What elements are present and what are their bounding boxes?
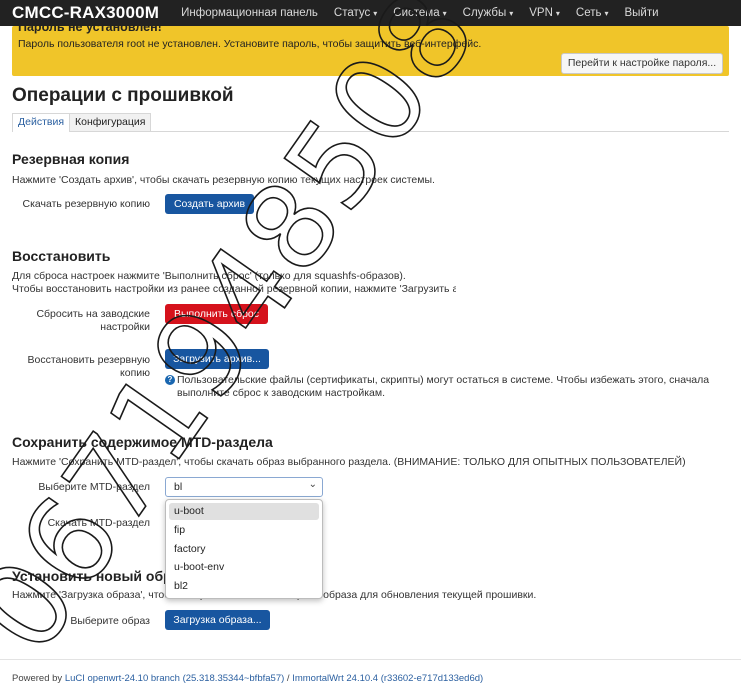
caret-down-icon: ▾	[604, 9, 609, 18]
flash-select-label: Выберите образ	[70, 615, 150, 627]
warning-text: Пароль пользователя root не установлен. …	[18, 38, 482, 50]
caret-down-icon: ▾	[373, 9, 378, 18]
warning-title: Пароль не установлен!	[18, 20, 162, 34]
menu-network[interactable]: Сеть ▾	[576, 7, 609, 19]
dropdown-option[interactable]: fip	[169, 522, 319, 539]
reset-label: Сбросить на заводские настройки	[12, 308, 150, 334]
menu-services[interactable]: Службы ▾	[463, 7, 514, 19]
menu-logout-label: Выйти	[624, 7, 659, 19]
dropdown-option[interactable]: u-boot	[169, 503, 319, 520]
mtd-selected-value: bl	[174, 481, 183, 493]
dropdown-option[interactable]: u-boot-env	[169, 559, 319, 576]
tab-configuration[interactable]: Конфигурация	[69, 113, 152, 131]
tab-actions[interactable]: Действия	[12, 113, 71, 132]
restore-section-title: Восстановить	[12, 248, 111, 264]
menu-vpn-label: VPN	[529, 7, 553, 19]
menu-services-label: Службы	[462, 7, 507, 19]
factory-reset-button[interactable]: Выполнить сброс	[165, 304, 268, 324]
dropdown-option[interactable]: bl2	[169, 578, 319, 595]
go-to-password-button[interactable]: Перейти к настройке пароля...	[561, 53, 723, 74]
restore-help-line-1: Пользовательские файлы (сертификаты, скр…	[177, 374, 710, 386]
create-archive-button[interactable]: Создать архив	[165, 194, 254, 214]
chevron-down-icon: ⌄	[308, 479, 317, 490]
restore-help-line-2: выполните сброс к заводским настройкам.	[177, 387, 386, 399]
restore-description-1: Для сброса настроек нажмите 'Выполнить с…	[12, 270, 406, 282]
upload-label: Восстановить резервную копию	[12, 354, 150, 380]
upload-image-button[interactable]: Загрузка образа...	[165, 610, 270, 630]
tab-bar: Действия Конфигурация	[12, 113, 729, 132]
mtd-description: Нажмите 'Сохранить MTD-раздел', чтобы ск…	[12, 456, 686, 468]
mtd-download-label: Скачать MTD-раздел	[47, 517, 150, 529]
caret-down-icon: ▾	[555, 9, 560, 18]
caret-down-icon: ▾	[509, 9, 514, 18]
help-icon: ?	[165, 375, 175, 385]
menu-dashboard[interactable]: Информационная панель	[181, 7, 318, 19]
footer-separator: /	[286, 673, 290, 684]
backup-section-title: Резервная копия	[12, 151, 130, 167]
menu-status-label: Статус	[333, 7, 371, 19]
footer-immortalwrt-link[interactable]: ImmortalWrt 24.10.4 (r33602-e717d133ed6d…	[292, 673, 483, 684]
backup-label: Скачать резервную копию	[22, 198, 150, 210]
caret-down-icon: ▾	[442, 9, 447, 18]
backup-description: Нажмите 'Создать архив', чтобы скачать р…	[12, 174, 435, 186]
menu-dashboard-label: Информационная панель	[181, 7, 318, 19]
reset-label-line-1: Сбросить на заводские	[36, 308, 150, 320]
footer-divider	[0, 659, 741, 660]
upload-label-line-1: Восстановить резервную	[27, 354, 150, 366]
menu-status[interactable]: Статус ▾	[334, 7, 377, 19]
password-warning-banner: Пароль не установлен! Пароль пользовател…	[12, 20, 729, 76]
restore-description-2: Чтобы восстановить настройки из ранее со…	[12, 283, 456, 295]
dropdown-option[interactable]: factory	[169, 541, 319, 558]
mtd-select-label: Выберите MTD-раздел	[38, 481, 150, 493]
mtd-section-title: Сохранить содержимое MTD-раздела	[12, 434, 273, 450]
page-title: Операции с прошивкой	[12, 85, 234, 106]
upload-label-line-2: копию	[120, 367, 150, 379]
reset-label-line-2: настройки	[100, 321, 150, 333]
upload-archive-button[interactable]: Загрузить архив...	[165, 349, 269, 369]
footer-powered: Powered by	[12, 673, 63, 684]
mtd-partition-select[interactable]: bl ⌄	[165, 477, 323, 497]
menu-system[interactable]: Система ▾	[393, 7, 446, 19]
mtd-dropdown-list: u-boot fip factory u-boot-env bl2	[165, 499, 323, 599]
menu-vpn[interactable]: VPN ▾	[529, 7, 560, 19]
footer: Powered by LuCI openwrt-24.10 branch (25…	[12, 673, 483, 684]
menu-network-label: Сеть	[575, 7, 602, 19]
menu-system-label: Система	[393, 7, 440, 19]
footer-luci-link[interactable]: LuCI openwrt-24.10 branch (25.318.35344~…	[65, 673, 284, 684]
menu-logout[interactable]: Выйти	[625, 7, 659, 19]
